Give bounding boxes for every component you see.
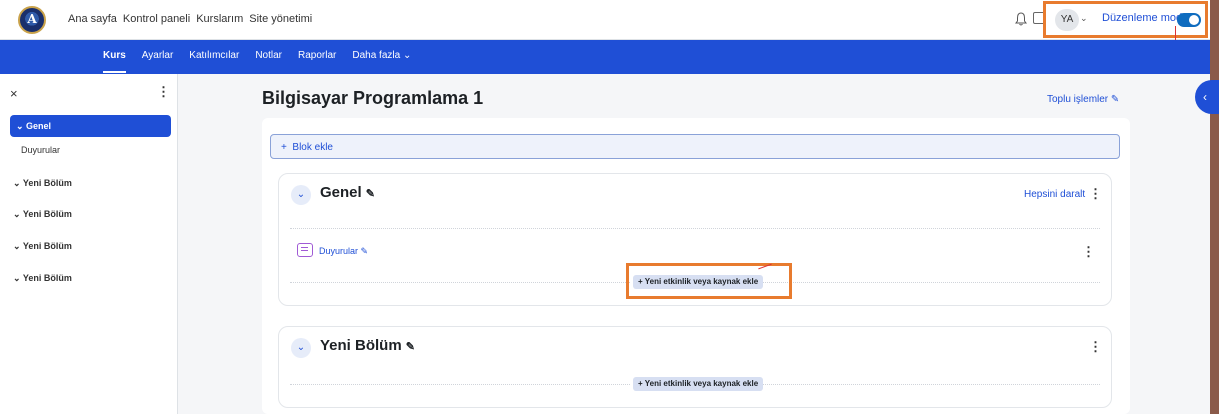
add-block-button[interactable]: + Blok ekle — [270, 134, 1120, 159]
add-block-label: Blok ekle — [292, 142, 333, 153]
section-title[interactable]: Yeni Bölüm ✎ — [320, 337, 415, 354]
chevron-down-icon[interactable]: ⌄ — [291, 338, 311, 358]
bulk-edit-label: Toplu işlemler — [1047, 94, 1109, 105]
tab-settings[interactable]: Ayarlar — [142, 50, 174, 73]
divider — [290, 228, 1100, 229]
pencil-icon: ✎ — [1110, 94, 1120, 105]
window-edge — [1210, 0, 1219, 414]
drawer-menu-icon[interactable]: ⋮ — [157, 84, 170, 100]
pencil-icon[interactable]: ✎ — [361, 246, 369, 256]
open-block-drawer-button[interactable]: ‹ — [1195, 80, 1219, 114]
section-menu-icon[interactable]: ⋮ — [1089, 186, 1102, 202]
pencil-icon[interactable]: ✎ — [406, 340, 415, 353]
top-navbar: Ana sayfa Kontrol paneli Kurslarım Site … — [0, 0, 1210, 40]
drawer-item-genel[interactable]: ⌄ Genel — [10, 115, 171, 137]
course-secondary-navigation: Kurs Ayarlar Katılımcılar Notlar Raporla… — [0, 40, 1210, 74]
nav-link-dashboard[interactable]: Kontrol paneli — [123, 13, 190, 25]
chevron-down-icon[interactable]: ⌄ — [291, 185, 311, 205]
annotation-highlight-add-activity — [626, 263, 792, 299]
tab-course[interactable]: Kurs — [103, 50, 126, 73]
nav-link-my-courses[interactable]: Kurslarım — [196, 13, 243, 25]
tab-more[interactable]: Daha fazla ⌄ — [352, 50, 411, 73]
plus-icon: + — [281, 142, 287, 153]
section-title[interactable]: Genel ✎ — [320, 184, 375, 201]
drawer-item-duyurular[interactable]: Duyurular — [21, 145, 60, 155]
forum-icon — [297, 243, 313, 257]
course-index-drawer: × ⋮ ⌄ Genel Duyurular ⌄ Yeni Bölüm ⌄ Yen… — [0, 74, 178, 414]
drawer-item-section[interactable]: ⌄ Yeni Bölüm — [13, 209, 72, 220]
tab-reports[interactable]: Raporlar — [298, 50, 336, 73]
collapse-all-link[interactable]: Hepsini daralt — [1024, 189, 1085, 200]
divider — [290, 282, 630, 283]
notifications-bell-icon[interactable] — [1015, 12, 1027, 26]
activity-menu-icon[interactable]: ⋮ — [1082, 244, 1095, 260]
bulk-edit-link[interactable]: Toplu işlemler ✎ — [1047, 94, 1119, 105]
nav-link-home[interactable]: Ana sayfa — [68, 13, 117, 25]
pencil-icon[interactable]: ✎ — [366, 187, 375, 200]
divider — [760, 384, 1100, 385]
divider — [760, 282, 1100, 283]
annotation-highlight-edit-mode — [1043, 1, 1208, 38]
tab-grades[interactable]: Notlar — [255, 50, 282, 73]
tab-participants[interactable]: Katılımcılar — [189, 50, 239, 73]
primary-navigation: Ana sayfa Kontrol paneli Kurslarım Site … — [68, 13, 312, 25]
page-title: Bilgisayar Programlama 1 — [262, 88, 484, 108]
drawer-item-section[interactable]: ⌄ Yeni Bölüm — [13, 178, 72, 189]
nav-link-site-admin[interactable]: Site yönetimi — [249, 13, 312, 25]
activity-link-duyurular[interactable]: Duyurular ✎ — [319, 246, 368, 257]
close-icon[interactable]: × — [10, 86, 18, 101]
divider — [290, 384, 630, 385]
site-logo[interactable] — [18, 6, 46, 34]
section-menu-icon[interactable]: ⋮ — [1089, 339, 1102, 355]
drawer-item-section[interactable]: ⌄ Yeni Bölüm — [13, 273, 72, 284]
add-activity-button[interactable]: + Yeni etkinlik veya kaynak ekle — [633, 377, 764, 391]
drawer-item-section[interactable]: ⌄ Yeni Bölüm — [13, 241, 72, 252]
annotation-arrow — [1175, 26, 1176, 40]
